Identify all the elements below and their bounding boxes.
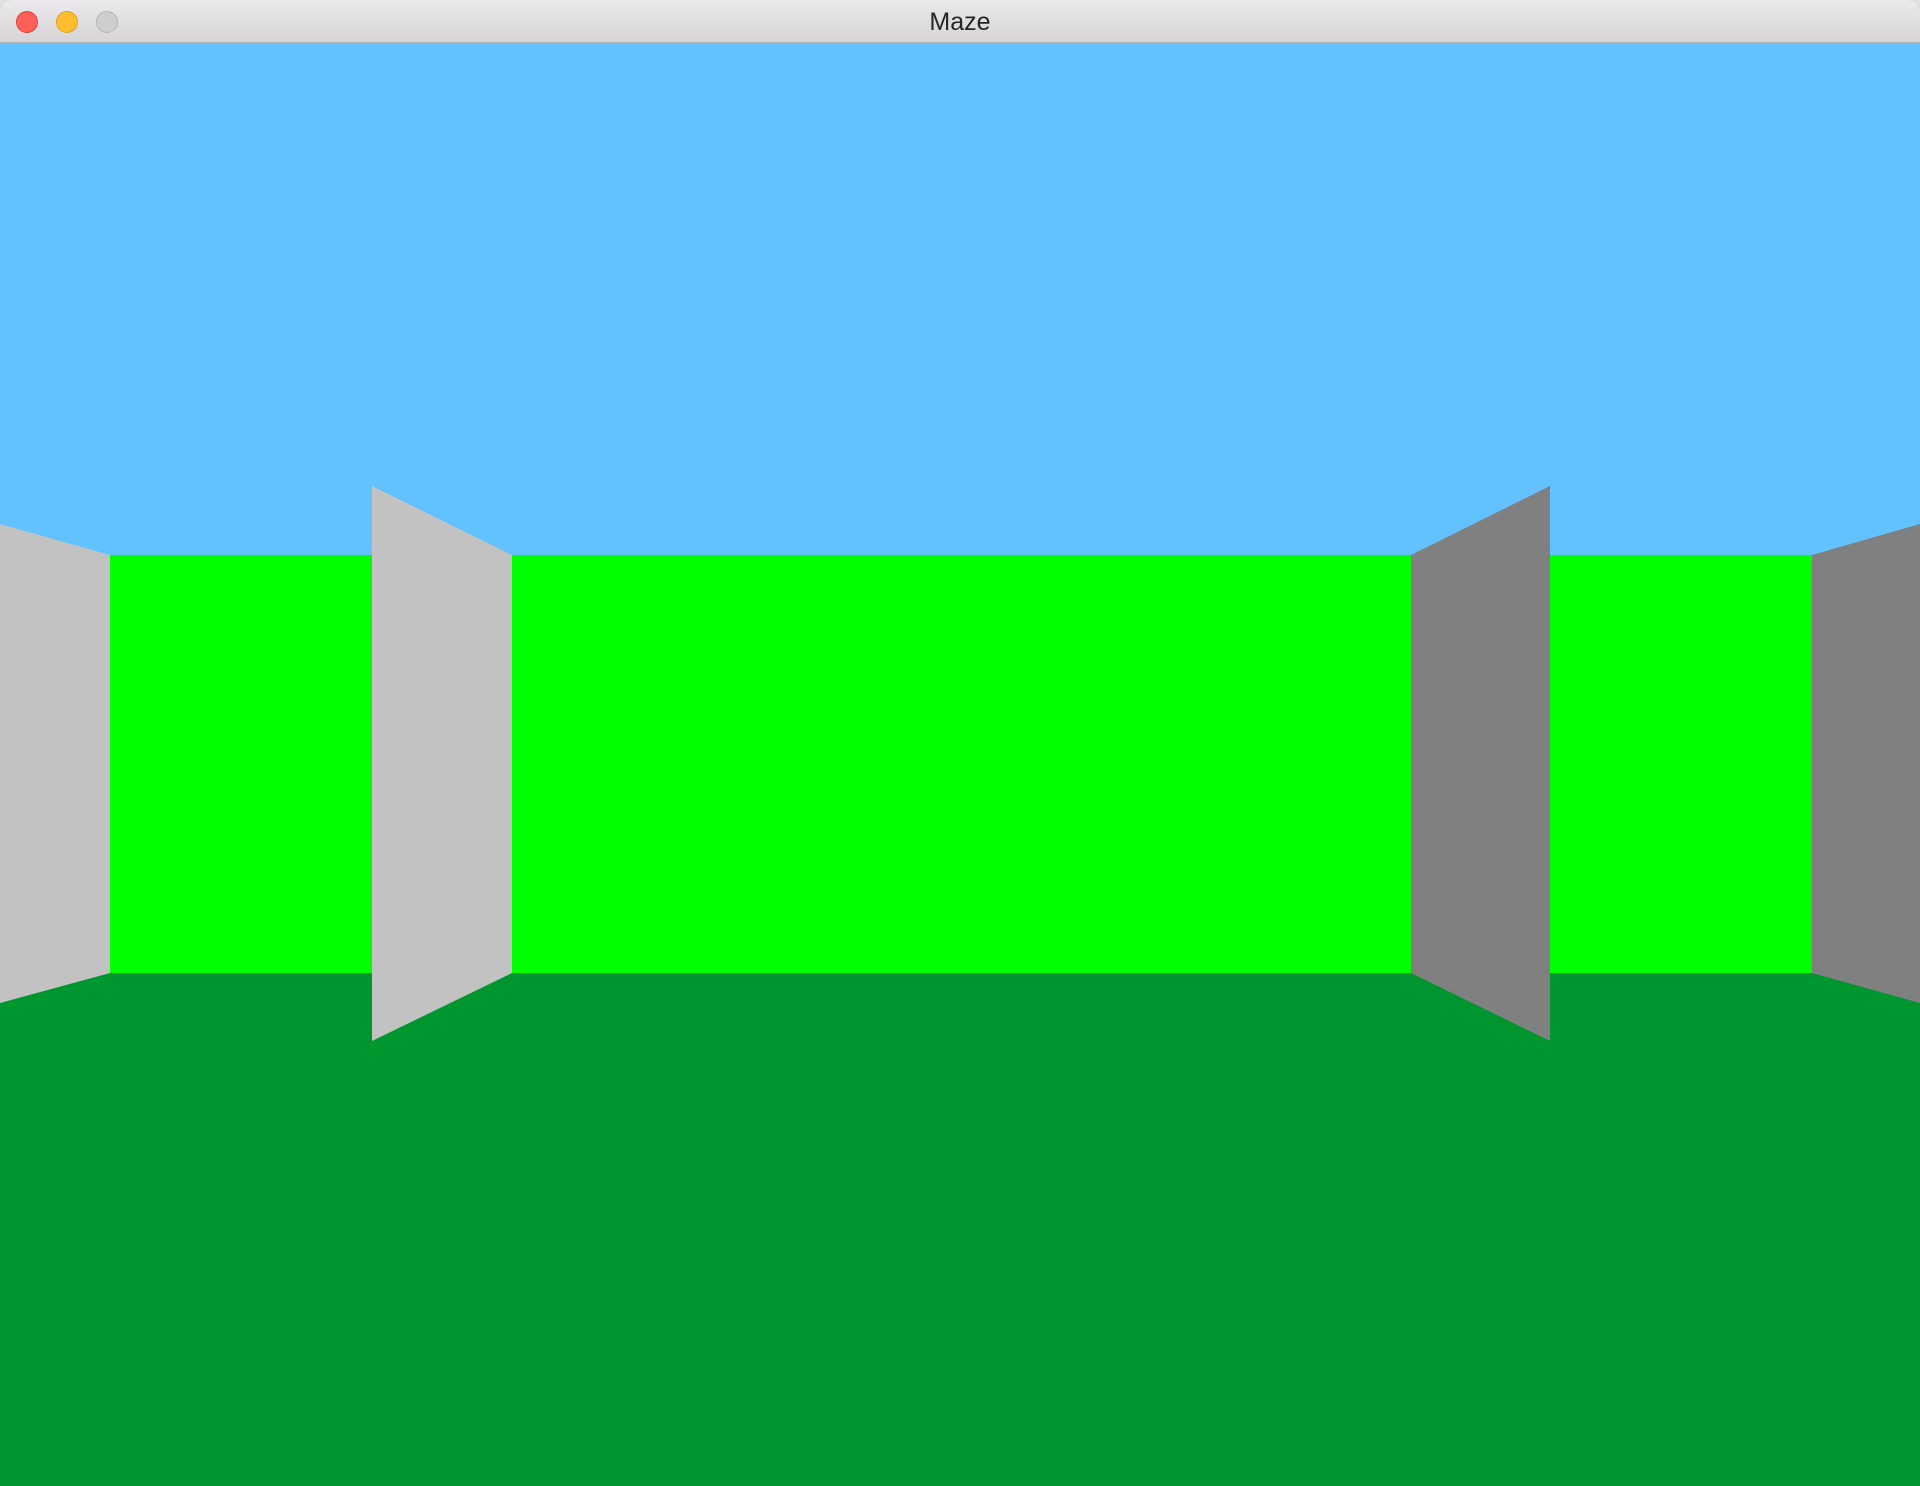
far-wall [0, 555, 1920, 973]
title-bar[interactable]: Maze [0, 0, 1920, 43]
maze-viewport[interactable] [0, 43, 1920, 1486]
left-near-wall [372, 486, 512, 1041]
maze-window: Maze [0, 0, 1920, 1486]
right-foreground-wall [1812, 524, 1920, 1003]
left-foreground-wall [0, 524, 110, 1003]
maze-3d-view [0, 43, 1920, 1486]
right-near-wall [1411, 486, 1550, 1041]
window-title: Maze [929, 8, 991, 36]
floor [0, 973, 1920, 1486]
